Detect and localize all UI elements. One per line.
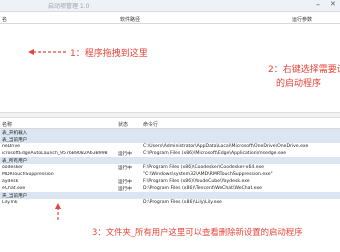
upper-list-header: 名 软件路径 运行参数 — [0, 13, 340, 24]
table-row[interactable]: oodesker 运行中 F:\Program Files (x86)\Coodes… — [0, 164, 340, 171]
close-button[interactable]: ✕ — [330, 0, 336, 8]
annotation-2-line2: 的启动程序 — [276, 79, 322, 89]
window-title: 启动项管理 1.0 — [48, 3, 90, 10]
table-row[interactable]: neDrive C:\Users\Administrator\AppData\Lo… — [0, 143, 340, 150]
table-row[interactable]: icrosoftEdgeAutoLaunch_9576B9082A63B998 运… — [0, 150, 340, 157]
row-name: aydesk — [2, 179, 19, 184]
group-row[interactable]: 夹_当前用户 — [0, 192, 340, 199]
drop-zone[interactable]: 1：程序拖拽到这里 2：右键选择需要设 的启动程序 — [0, 24, 340, 112]
title-bar: 启动项管理 1.0 – ✕ — [0, 0, 340, 12]
group-row[interactable]: 表_开机载入 — [0, 129, 340, 136]
annotation-3: 3：文件夹_所有用户这里可以查看删除新设置的启动程序 — [92, 227, 303, 237]
row-name: neDrive — [2, 144, 20, 149]
upper-header-name[interactable]: 名 — [2, 16, 7, 23]
footer: 3：文件夹_所有用户这里可以查看删除新设置的启动程序 — [0, 203, 340, 252]
table-row[interactable]: eChat.exe 运行中 D:\Program Files (x86)\Tence… — [0, 185, 340, 192]
lower-header-name[interactable]: 名称 — [2, 121, 12, 128]
lower-header-status[interactable]: 状态 — [118, 121, 128, 128]
arrow-annotation-1 — [28, 49, 66, 55]
arrow-annotation-3 — [55, 203, 61, 220]
row-command: "C:\Windows\system32\AMD\RMRTouchSuppres… — [143, 172, 273, 177]
annotation-1: 1：程序拖拽到这里 — [70, 49, 148, 59]
row-name: eChat.exe — [2, 186, 26, 191]
row-name: oodesker — [2, 165, 23, 170]
row-command: F:\Program Files (x86)\Coodesker\Coodesk… — [143, 165, 264, 170]
row-name: icrosoftEdgeAutoLaunch_9576B9082A63B998 — [2, 151, 108, 156]
row-command: F:\Program Files (x86)\YoudeCube\Yaydesk… — [143, 179, 250, 184]
minimize-button[interactable]: – — [316, 0, 320, 9]
row-command: C:\Users\Administrator\AppData\Local\Mic… — [143, 144, 309, 149]
annotation-2-line1: 2：右键选择需要设 — [268, 65, 340, 75]
row-command: D:\Program Files (x86)\Tencent\WeChat\We… — [143, 186, 262, 191]
group-row[interactable]: 表_所有用户 — [0, 157, 340, 164]
row-name: MDRTouchSuppression — [2, 172, 54, 177]
upper-header-args[interactable]: 运行参数 — [292, 16, 312, 23]
row-command: C:\Program Files (x86)\Microsoft\Edge\Ap… — [143, 151, 287, 156]
upper-header-path[interactable]: 软件路径 — [120, 16, 140, 23]
lower-header-cmd[interactable]: 命令行 — [143, 121, 158, 128]
table-row[interactable]: MDRTouchSuppression "C:\Windows\system32\… — [0, 171, 340, 178]
group-row[interactable]: 表_当前用户 — [0, 136, 340, 143]
startup-list-header: 名称 状态 命令行 — [0, 118, 340, 129]
table-row[interactable]: aydesk 运行中 F:\Program Files (x86)\YoudeCub… — [0, 178, 340, 185]
